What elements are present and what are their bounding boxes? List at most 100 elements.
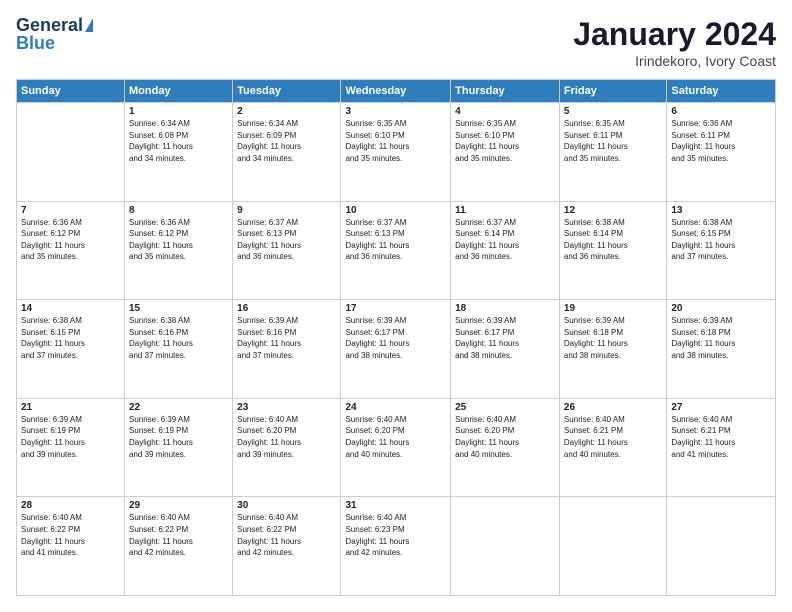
calendar-cell bbox=[667, 497, 776, 596]
calendar-week-row: 1Sunrise: 6:34 AM Sunset: 6:08 PM Daylig… bbox=[17, 103, 776, 202]
calendar-cell: 28Sunrise: 6:40 AM Sunset: 6:22 PM Dayli… bbox=[17, 497, 125, 596]
day-number: 21 bbox=[21, 402, 120, 413]
calendar-cell: 17Sunrise: 6:39 AM Sunset: 6:17 PM Dayli… bbox=[341, 300, 451, 399]
day-number: 30 bbox=[237, 500, 336, 511]
calendar-cell: 24Sunrise: 6:40 AM Sunset: 6:20 PM Dayli… bbox=[341, 398, 451, 497]
calendar-cell: 14Sunrise: 6:38 AM Sunset: 6:15 PM Dayli… bbox=[17, 300, 125, 399]
day-number: 15 bbox=[129, 303, 228, 314]
day-info: Sunrise: 6:37 AM Sunset: 6:14 PM Dayligh… bbox=[455, 217, 555, 263]
day-info: Sunrise: 6:35 AM Sunset: 6:10 PM Dayligh… bbox=[345, 118, 446, 164]
calendar-header-row: SundayMondayTuesdayWednesdayThursdayFrid… bbox=[17, 80, 776, 103]
day-number: 23 bbox=[237, 402, 336, 413]
day-number: 7 bbox=[21, 205, 120, 216]
day-info: Sunrise: 6:40 AM Sunset: 6:23 PM Dayligh… bbox=[345, 512, 446, 558]
calendar-cell: 27Sunrise: 6:40 AM Sunset: 6:21 PM Dayli… bbox=[667, 398, 776, 497]
day-info: Sunrise: 6:38 AM Sunset: 6:14 PM Dayligh… bbox=[564, 217, 662, 263]
col-header-friday: Friday bbox=[559, 80, 666, 103]
page: General Blue January 2024 Irindekoro, Iv… bbox=[0, 0, 792, 612]
day-number: 25 bbox=[455, 402, 555, 413]
day-info: Sunrise: 6:40 AM Sunset: 6:22 PM Dayligh… bbox=[21, 512, 120, 558]
day-info: Sunrise: 6:38 AM Sunset: 6:15 PM Dayligh… bbox=[21, 315, 120, 361]
calendar-cell: 16Sunrise: 6:39 AM Sunset: 6:16 PM Dayli… bbox=[233, 300, 341, 399]
col-header-sunday: Sunday bbox=[17, 80, 125, 103]
day-number: 1 bbox=[129, 106, 228, 117]
title-block: January 2024 Irindekoro, Ivory Coast bbox=[573, 16, 776, 69]
day-info: Sunrise: 6:39 AM Sunset: 6:19 PM Dayligh… bbox=[129, 414, 228, 460]
day-info: Sunrise: 6:40 AM Sunset: 6:22 PM Dayligh… bbox=[237, 512, 336, 558]
calendar-cell: 31Sunrise: 6:40 AM Sunset: 6:23 PM Dayli… bbox=[341, 497, 451, 596]
day-number: 29 bbox=[129, 500, 228, 511]
month-title: January 2024 bbox=[573, 16, 776, 53]
calendar-cell: 26Sunrise: 6:40 AM Sunset: 6:21 PM Dayli… bbox=[559, 398, 666, 497]
calendar-cell: 30Sunrise: 6:40 AM Sunset: 6:22 PM Dayli… bbox=[233, 497, 341, 596]
calendar-cell: 19Sunrise: 6:39 AM Sunset: 6:18 PM Dayli… bbox=[559, 300, 666, 399]
day-info: Sunrise: 6:40 AM Sunset: 6:21 PM Dayligh… bbox=[564, 414, 662, 460]
day-info: Sunrise: 6:39 AM Sunset: 6:19 PM Dayligh… bbox=[21, 414, 120, 460]
col-header-saturday: Saturday bbox=[667, 80, 776, 103]
day-info: Sunrise: 6:40 AM Sunset: 6:22 PM Dayligh… bbox=[129, 512, 228, 558]
day-info: Sunrise: 6:39 AM Sunset: 6:17 PM Dayligh… bbox=[455, 315, 555, 361]
day-number: 19 bbox=[564, 303, 662, 314]
calendar-cell: 29Sunrise: 6:40 AM Sunset: 6:22 PM Dayli… bbox=[125, 497, 233, 596]
day-number: 4 bbox=[455, 106, 555, 117]
day-number: 2 bbox=[237, 106, 336, 117]
day-number: 13 bbox=[671, 205, 771, 216]
calendar-cell: 21Sunrise: 6:39 AM Sunset: 6:19 PM Dayli… bbox=[17, 398, 125, 497]
day-number: 24 bbox=[345, 402, 446, 413]
day-number: 5 bbox=[564, 106, 662, 117]
day-number: 31 bbox=[345, 500, 446, 511]
day-info: Sunrise: 6:34 AM Sunset: 6:08 PM Dayligh… bbox=[129, 118, 228, 164]
day-info: Sunrise: 6:40 AM Sunset: 6:20 PM Dayligh… bbox=[345, 414, 446, 460]
day-info: Sunrise: 6:35 AM Sunset: 6:10 PM Dayligh… bbox=[455, 118, 555, 164]
logo-blue: Blue bbox=[16, 34, 55, 52]
day-number: 6 bbox=[671, 106, 771, 117]
day-number: 12 bbox=[564, 205, 662, 216]
day-info: Sunrise: 6:38 AM Sunset: 6:15 PM Dayligh… bbox=[671, 217, 771, 263]
calendar-week-row: 28Sunrise: 6:40 AM Sunset: 6:22 PM Dayli… bbox=[17, 497, 776, 596]
day-number: 22 bbox=[129, 402, 228, 413]
location: Irindekoro, Ivory Coast bbox=[573, 53, 776, 69]
day-info: Sunrise: 6:39 AM Sunset: 6:16 PM Dayligh… bbox=[237, 315, 336, 361]
day-number: 26 bbox=[564, 402, 662, 413]
calendar-cell: 22Sunrise: 6:39 AM Sunset: 6:19 PM Dayli… bbox=[125, 398, 233, 497]
day-number: 17 bbox=[345, 303, 446, 314]
day-info: Sunrise: 6:36 AM Sunset: 6:11 PM Dayligh… bbox=[671, 118, 771, 164]
day-info: Sunrise: 6:40 AM Sunset: 6:20 PM Dayligh… bbox=[455, 414, 555, 460]
calendar-cell bbox=[451, 497, 560, 596]
calendar-table: SundayMondayTuesdayWednesdayThursdayFrid… bbox=[16, 79, 776, 596]
day-info: Sunrise: 6:36 AM Sunset: 6:12 PM Dayligh… bbox=[21, 217, 120, 263]
calendar-cell: 18Sunrise: 6:39 AM Sunset: 6:17 PM Dayli… bbox=[451, 300, 560, 399]
logo: General Blue bbox=[16, 16, 93, 52]
day-info: Sunrise: 6:36 AM Sunset: 6:12 PM Dayligh… bbox=[129, 217, 228, 263]
calendar-cell: 23Sunrise: 6:40 AM Sunset: 6:20 PM Dayli… bbox=[233, 398, 341, 497]
calendar-cell: 9Sunrise: 6:37 AM Sunset: 6:13 PM Daylig… bbox=[233, 201, 341, 300]
day-info: Sunrise: 6:38 AM Sunset: 6:16 PM Dayligh… bbox=[129, 315, 228, 361]
col-header-tuesday: Tuesday bbox=[233, 80, 341, 103]
day-number: 27 bbox=[671, 402, 771, 413]
calendar-cell: 6Sunrise: 6:36 AM Sunset: 6:11 PM Daylig… bbox=[667, 103, 776, 202]
day-number: 8 bbox=[129, 205, 228, 216]
day-info: Sunrise: 6:39 AM Sunset: 6:18 PM Dayligh… bbox=[671, 315, 771, 361]
day-info: Sunrise: 6:40 AM Sunset: 6:21 PM Dayligh… bbox=[671, 414, 771, 460]
calendar-cell: 1Sunrise: 6:34 AM Sunset: 6:08 PM Daylig… bbox=[125, 103, 233, 202]
day-info: Sunrise: 6:37 AM Sunset: 6:13 PM Dayligh… bbox=[345, 217, 446, 263]
calendar-cell bbox=[17, 103, 125, 202]
day-number: 9 bbox=[237, 205, 336, 216]
calendar-week-row: 7Sunrise: 6:36 AM Sunset: 6:12 PM Daylig… bbox=[17, 201, 776, 300]
logo-general: General bbox=[16, 16, 83, 34]
day-number: 28 bbox=[21, 500, 120, 511]
header: General Blue January 2024 Irindekoro, Iv… bbox=[16, 16, 776, 69]
calendar-cell bbox=[559, 497, 666, 596]
calendar-cell: 11Sunrise: 6:37 AM Sunset: 6:14 PM Dayli… bbox=[451, 201, 560, 300]
day-number: 16 bbox=[237, 303, 336, 314]
day-info: Sunrise: 6:37 AM Sunset: 6:13 PM Dayligh… bbox=[237, 217, 336, 263]
col-header-wednesday: Wednesday bbox=[341, 80, 451, 103]
calendar-cell: 20Sunrise: 6:39 AM Sunset: 6:18 PM Dayli… bbox=[667, 300, 776, 399]
day-number: 11 bbox=[455, 205, 555, 216]
calendar-cell: 2Sunrise: 6:34 AM Sunset: 6:09 PM Daylig… bbox=[233, 103, 341, 202]
calendar-cell: 10Sunrise: 6:37 AM Sunset: 6:13 PM Dayli… bbox=[341, 201, 451, 300]
calendar-cell: 5Sunrise: 6:35 AM Sunset: 6:11 PM Daylig… bbox=[559, 103, 666, 202]
day-info: Sunrise: 6:34 AM Sunset: 6:09 PM Dayligh… bbox=[237, 118, 336, 164]
logo-triangle-icon bbox=[85, 18, 93, 32]
calendar-week-row: 14Sunrise: 6:38 AM Sunset: 6:15 PM Dayli… bbox=[17, 300, 776, 399]
